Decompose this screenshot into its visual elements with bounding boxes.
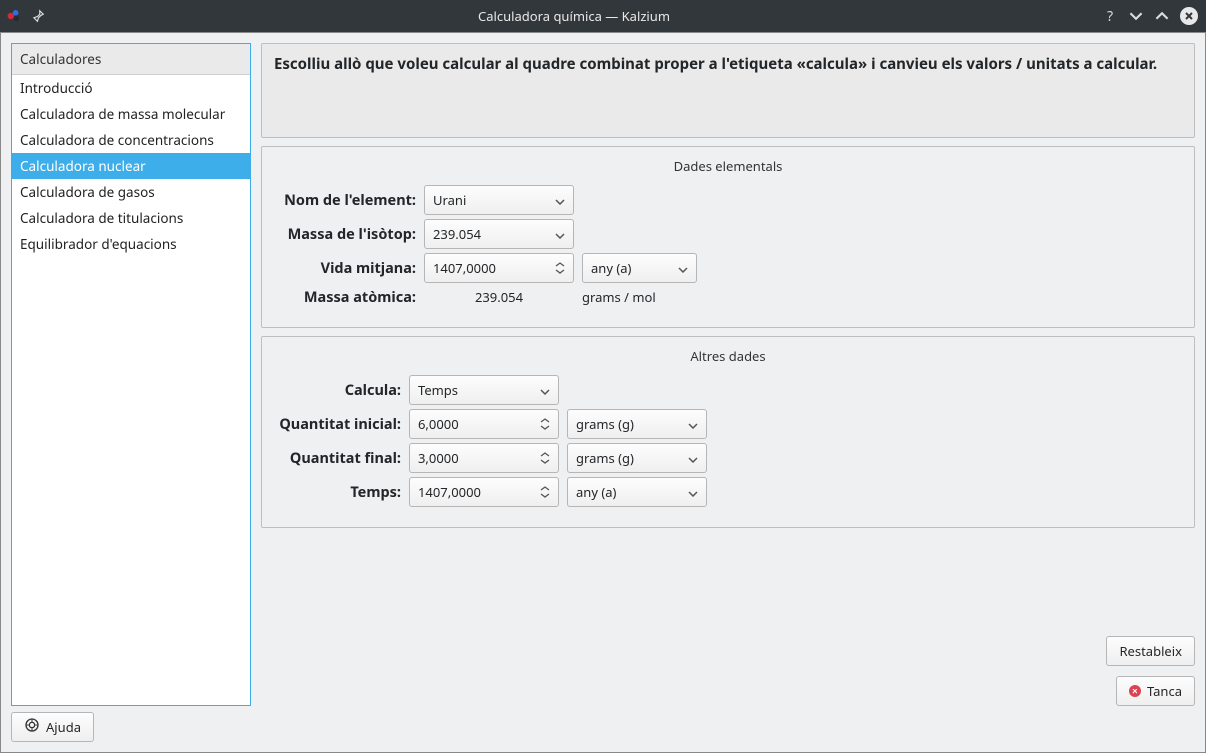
- sidebar-item-equation[interactable]: Equilibrador d'equacions: [12, 231, 250, 257]
- sidebar-item-intro[interactable]: Introducció: [12, 75, 250, 101]
- initial-amount-unit-value: grams (g): [576, 415, 634, 433]
- help-icon[interactable]: ?: [1102, 8, 1118, 24]
- pin-icon[interactable]: [30, 8, 46, 24]
- final-amount-unit-value: grams (g): [576, 449, 634, 467]
- chevron-down-icon: [678, 259, 688, 277]
- titlebar: Calculadora química — Kalzium ?: [0, 0, 1206, 32]
- sidebar-item-titration[interactable]: Calculadora de titulacions: [12, 205, 250, 231]
- help-button[interactable]: Ajuda: [11, 712, 94, 742]
- calculator-list: Calculadores Introducció Calculadora de …: [11, 43, 251, 706]
- time-label: Temps:: [276, 482, 401, 502]
- calculate-value: Temps: [418, 381, 458, 399]
- element-name-label: Nom de l'element:: [276, 190, 416, 210]
- sidebar-item-concentration[interactable]: Calculadora de concentracions: [12, 127, 250, 153]
- halflife-unit-value: any (a): [591, 259, 631, 277]
- initial-amount-spin[interactable]: 6,0000: [409, 409, 559, 439]
- final-amount-spin[interactable]: 3,0000: [409, 443, 559, 473]
- atomic-mass-unit: grams / mol: [582, 288, 656, 306]
- sidebar-item-nuclear[interactable]: Calculadora nuclear: [12, 153, 250, 179]
- close-dot-icon: [1129, 685, 1141, 697]
- chevron-down-icon: [555, 225, 565, 243]
- chevron-down-icon: [688, 483, 698, 501]
- sidebar-header: Calculadores: [12, 44, 250, 75]
- isotope-mass-select[interactable]: 239.054: [424, 219, 574, 249]
- spin-buttons-icon: [555, 256, 569, 280]
- close-icon[interactable]: [1180, 7, 1198, 25]
- calculate-select[interactable]: Temps: [409, 375, 559, 405]
- time-spin[interactable]: 1407,0000: [409, 477, 559, 507]
- content-pane: Escolliu allò que voleu calcular al quad…: [261, 43, 1195, 706]
- final-amount-label: Quantitat final:: [276, 448, 401, 468]
- spin-buttons-icon: [540, 412, 554, 436]
- close-button[interactable]: Tanca: [1116, 676, 1195, 706]
- spin-buttons-icon: [540, 446, 554, 470]
- halflife-label: Vida mitjana:: [276, 258, 416, 278]
- group2-title: Altres dades: [276, 347, 1180, 365]
- close-button-label: Tanca: [1147, 682, 1182, 700]
- sidebar-item-molecular-mass[interactable]: Calculadora de massa molecular: [12, 101, 250, 127]
- minimize-icon[interactable]: [1128, 8, 1144, 24]
- reset-button[interactable]: Restableix: [1106, 636, 1195, 666]
- help-ring-icon: [24, 717, 40, 737]
- calculate-label: Calcula:: [276, 380, 401, 400]
- initial-amount-value: 6,0000: [418, 415, 459, 433]
- initial-amount-unit-select[interactable]: grams (g): [567, 409, 707, 439]
- window-title: Calculadora química — Kalzium: [46, 7, 1102, 25]
- chevron-down-icon: [688, 449, 698, 467]
- atomic-mass-label: Massa atòmica:: [276, 287, 416, 307]
- atomic-mass-value: 239.054: [424, 288, 574, 306]
- app-icon: [6, 8, 22, 24]
- group-other-data: Altres dades Calcula: Temps Quantitat in…: [261, 336, 1195, 528]
- element-name-value: Urani: [433, 191, 466, 209]
- group1-title: Dades elementals: [276, 157, 1180, 175]
- initial-amount-label: Quantitat inicial:: [276, 414, 401, 434]
- final-amount-unit-select[interactable]: grams (g): [567, 443, 707, 473]
- spin-buttons-icon: [540, 480, 554, 504]
- isotope-mass-value: 239.054: [433, 225, 481, 243]
- halflife-value: 1407,0000: [433, 259, 496, 277]
- window-body: Calculadores Introducció Calculadora de …: [0, 32, 1206, 753]
- time-unit-value: any (a): [576, 483, 616, 501]
- group-elemental-data: Dades elementals Nom de l'element: Urani…: [261, 146, 1195, 328]
- isotope-mass-label: Massa de l'isòtop:: [276, 224, 416, 244]
- instructions-text: Escolliu allò que voleu calcular al quad…: [261, 43, 1195, 138]
- help-button-label: Ajuda: [46, 718, 81, 736]
- halflife-unit-select[interactable]: any (a): [582, 253, 697, 283]
- element-name-select[interactable]: Urani: [424, 185, 574, 215]
- sidebar-item-gas[interactable]: Calculadora de gasos: [12, 179, 250, 205]
- chevron-down-icon: [688, 415, 698, 433]
- maximize-icon[interactable]: [1154, 8, 1170, 24]
- chevron-down-icon: [555, 191, 565, 209]
- time-value: 1407,0000: [418, 483, 481, 501]
- chevron-down-icon: [540, 381, 550, 399]
- reset-button-label: Restableix: [1119, 642, 1182, 660]
- final-amount-value: 3,0000: [418, 449, 459, 467]
- time-unit-select[interactable]: any (a): [567, 477, 707, 507]
- halflife-spin[interactable]: 1407,0000: [424, 253, 574, 283]
